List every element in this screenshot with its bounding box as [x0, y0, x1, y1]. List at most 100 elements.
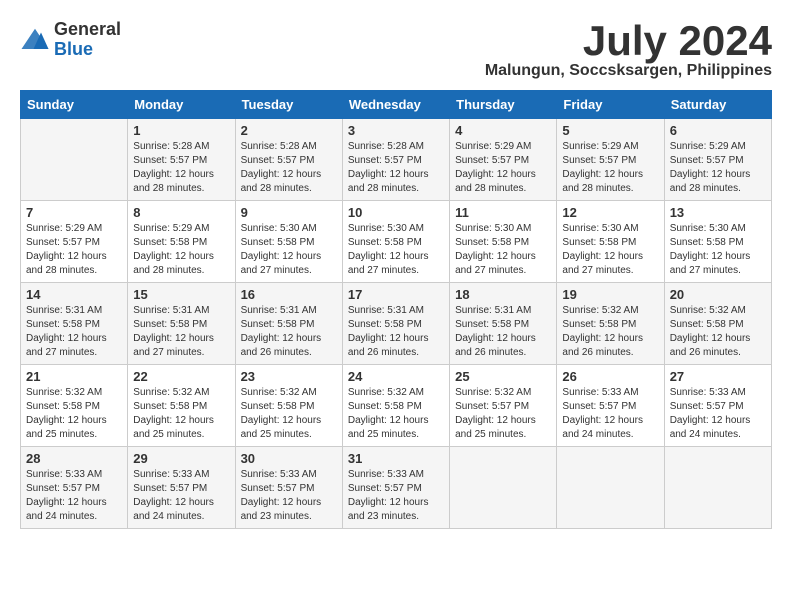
month-year: July 2024 [485, 20, 772, 62]
calendar-cell: 22 Sunrise: 5:32 AMSunset: 5:58 PMDayligh… [128, 365, 235, 447]
logo-general: General [54, 20, 121, 40]
day-info: Sunrise: 5:30 AMSunset: 5:58 PMDaylight:… [348, 222, 444, 278]
day-info: Sunrise: 5:33 AMSunset: 5:57 PMDaylight:… [241, 468, 337, 524]
day-number: 17 [348, 287, 444, 302]
day-info: Sunrise: 5:32 AMSunset: 5:58 PMDaylight:… [670, 304, 766, 360]
day-number: 20 [670, 287, 766, 302]
calendar-cell: 30Sunrise: 5:33 AMSunset: 5:57 PMDayligh… [235, 447, 342, 529]
header-saturday: Saturday [664, 91, 771, 119]
calendar-cell: 12 Sunrise: 5:30 AMSunset: 5:58 PMDayligh… [557, 201, 664, 283]
calendar-cell [450, 447, 557, 529]
day-number: 22 [133, 369, 229, 384]
day-number: 27 [670, 369, 766, 384]
calendar-cell: 7Sunrise: 5:29 AMSunset: 5:57 PMDaylight… [21, 201, 128, 283]
day-number: 25 [455, 369, 551, 384]
day-info: Sunrise: 5:28 AMSunset: 5:57 PMDaylight:… [348, 140, 444, 196]
location: Malungun, Soccsksargen, Philippines [485, 62, 772, 80]
day-info: Sunrise: 5:32 AMSunset: 5:58 PMDaylight:… [241, 386, 337, 442]
calendar-cell: 16Sunrise: 5:31 AMSunset: 5:58 PMDayligh… [235, 283, 342, 365]
calendar-cell: 20 Sunrise: 5:32 AMSunset: 5:58 PMDayligh… [664, 283, 771, 365]
day-info: Sunrise: 5:31 AMSunset: 5:58 PMDaylight:… [348, 304, 444, 360]
day-number: 3 [348, 123, 444, 138]
logo-icon [20, 25, 50, 55]
title-section: July 2024 Malungun, Soccsksargen, Philip… [485, 20, 772, 80]
calendar-body: 1 Sunrise: 5:28 AMSunset: 5:57 PMDaylight… [21, 119, 772, 529]
day-number: 8 [133, 205, 229, 220]
calendar-cell: 26 Sunrise: 5:33 AMSunset: 5:57 PMDayligh… [557, 365, 664, 447]
day-info: Sunrise: 5:32 AMSunset: 5:57 PMDaylight:… [455, 386, 551, 442]
calendar-week-3: 14 Sunrise: 5:31 AMSunset: 5:58 PMDayligh… [21, 283, 772, 365]
day-info: Sunrise: 5:33 AMSunset: 5:57 PMDaylight:… [26, 468, 122, 524]
day-info: Sunrise: 5:30 AMSunset: 5:58 PMDaylight:… [562, 222, 658, 278]
calendar-cell: 21 Sunrise: 5:32 AMSunset: 5:58 PMDayligh… [21, 365, 128, 447]
day-info: Sunrise: 5:29 AMSunset: 5:58 PMDaylight:… [133, 222, 229, 278]
header-thursday: Thursday [450, 91, 557, 119]
day-number: 15 [133, 287, 229, 302]
day-info: Sunrise: 5:30 AMSunset: 5:58 PMDaylight:… [670, 222, 766, 278]
calendar-cell: 17 Sunrise: 5:31 AMSunset: 5:58 PMDayligh… [342, 283, 449, 365]
day-info: Sunrise: 5:32 AMSunset: 5:58 PMDaylight:… [133, 386, 229, 442]
calendar-week-5: 28 Sunrise: 5:33 AMSunset: 5:57 PMDayligh… [21, 447, 772, 529]
day-number: 19 [562, 287, 658, 302]
calendar-cell: 4 Sunrise: 5:29 AMSunset: 5:57 PMDaylight… [450, 119, 557, 201]
calendar-cell: 1 Sunrise: 5:28 AMSunset: 5:57 PMDaylight… [128, 119, 235, 201]
day-info: Sunrise: 5:29 AMSunset: 5:57 PMDaylight:… [670, 140, 766, 196]
day-number: 4 [455, 123, 551, 138]
calendar-week-2: 7Sunrise: 5:29 AMSunset: 5:57 PMDaylight… [21, 201, 772, 283]
day-number: 10 [348, 205, 444, 220]
calendar-cell: 11 Sunrise: 5:30 AMSunset: 5:58 PMDayligh… [450, 201, 557, 283]
day-info: Sunrise: 5:30 AMSunset: 5:58 PMDaylight:… [455, 222, 551, 278]
calendar-cell: 18Sunrise: 5:31 AMSunset: 5:58 PMDayligh… [450, 283, 557, 365]
calendar-header-row: SundayMondayTuesdayWednesdayThursdayFrid… [21, 91, 772, 119]
calendar-week-4: 21 Sunrise: 5:32 AMSunset: 5:58 PMDayligh… [21, 365, 772, 447]
calendar-cell [557, 447, 664, 529]
calendar-cell: 27Sunrise: 5:33 AMSunset: 5:57 PMDayligh… [664, 365, 771, 447]
day-number: 5 [562, 123, 658, 138]
calendar-cell: 6 Sunrise: 5:29 AMSunset: 5:57 PMDaylight… [664, 119, 771, 201]
day-info: Sunrise: 5:32 AMSunset: 5:58 PMDaylight:… [562, 304, 658, 360]
day-number: 14 [26, 287, 122, 302]
day-info: Sunrise: 5:28 AMSunset: 5:57 PMDaylight:… [241, 140, 337, 196]
day-number: 21 [26, 369, 122, 384]
day-info: Sunrise: 5:31 AMSunset: 5:58 PMDaylight:… [241, 304, 337, 360]
calendar-cell: 19 Sunrise: 5:32 AMSunset: 5:58 PMDayligh… [557, 283, 664, 365]
day-info: Sunrise: 5:31 AMSunset: 5:58 PMDaylight:… [26, 304, 122, 360]
logo: General Blue [20, 20, 121, 60]
calendar-cell: 10 Sunrise: 5:30 AMSunset: 5:58 PMDayligh… [342, 201, 449, 283]
calendar-cell: 2 Sunrise: 5:28 AMSunset: 5:57 PMDaylight… [235, 119, 342, 201]
header-monday: Monday [128, 91, 235, 119]
logo-blue: Blue [54, 40, 121, 60]
calendar-cell: 5 Sunrise: 5:29 AMSunset: 5:57 PMDaylight… [557, 119, 664, 201]
day-number: 28 [26, 451, 122, 466]
day-number: 9 [241, 205, 337, 220]
day-number: 6 [670, 123, 766, 138]
day-info: Sunrise: 5:29 AMSunset: 5:57 PMDaylight:… [562, 140, 658, 196]
day-info: Sunrise: 5:33 AMSunset: 5:57 PMDaylight:… [562, 386, 658, 442]
day-info: Sunrise: 5:28 AMSunset: 5:57 PMDaylight:… [133, 140, 229, 196]
calendar-cell: 31 Sunrise: 5:33 AMSunset: 5:57 PMDayligh… [342, 447, 449, 529]
day-number: 2 [241, 123, 337, 138]
calendar-cell: 15 Sunrise: 5:31 AMSunset: 5:58 PMDayligh… [128, 283, 235, 365]
day-info: Sunrise: 5:31 AMSunset: 5:58 PMDaylight:… [133, 304, 229, 360]
day-number: 18 [455, 287, 551, 302]
header-tuesday: Tuesday [235, 91, 342, 119]
day-info: Sunrise: 5:33 AMSunset: 5:57 PMDaylight:… [348, 468, 444, 524]
day-info: Sunrise: 5:29 AMSunset: 5:57 PMDaylight:… [455, 140, 551, 196]
calendar-cell: 3 Sunrise: 5:28 AMSunset: 5:57 PMDaylight… [342, 119, 449, 201]
day-info: Sunrise: 5:32 AMSunset: 5:58 PMDaylight:… [26, 386, 122, 442]
day-number: 31 [348, 451, 444, 466]
calendar-cell [21, 119, 128, 201]
day-info: Sunrise: 5:33 AMSunset: 5:57 PMDaylight:… [133, 468, 229, 524]
day-number: 12 [562, 205, 658, 220]
day-number: 24 [348, 369, 444, 384]
day-info: Sunrise: 5:30 AMSunset: 5:58 PMDaylight:… [241, 222, 337, 278]
calendar-cell: 23Sunrise: 5:32 AMSunset: 5:58 PMDayligh… [235, 365, 342, 447]
day-number: 11 [455, 205, 551, 220]
header: General Blue July 2024 Malungun, Soccsks… [20, 20, 772, 80]
calendar-cell: 28 Sunrise: 5:33 AMSunset: 5:57 PMDayligh… [21, 447, 128, 529]
day-number: 1 [133, 123, 229, 138]
header-sunday: Sunday [21, 91, 128, 119]
day-number: 13 [670, 205, 766, 220]
calendar-week-1: 1 Sunrise: 5:28 AMSunset: 5:57 PMDaylight… [21, 119, 772, 201]
day-number: 26 [562, 369, 658, 384]
